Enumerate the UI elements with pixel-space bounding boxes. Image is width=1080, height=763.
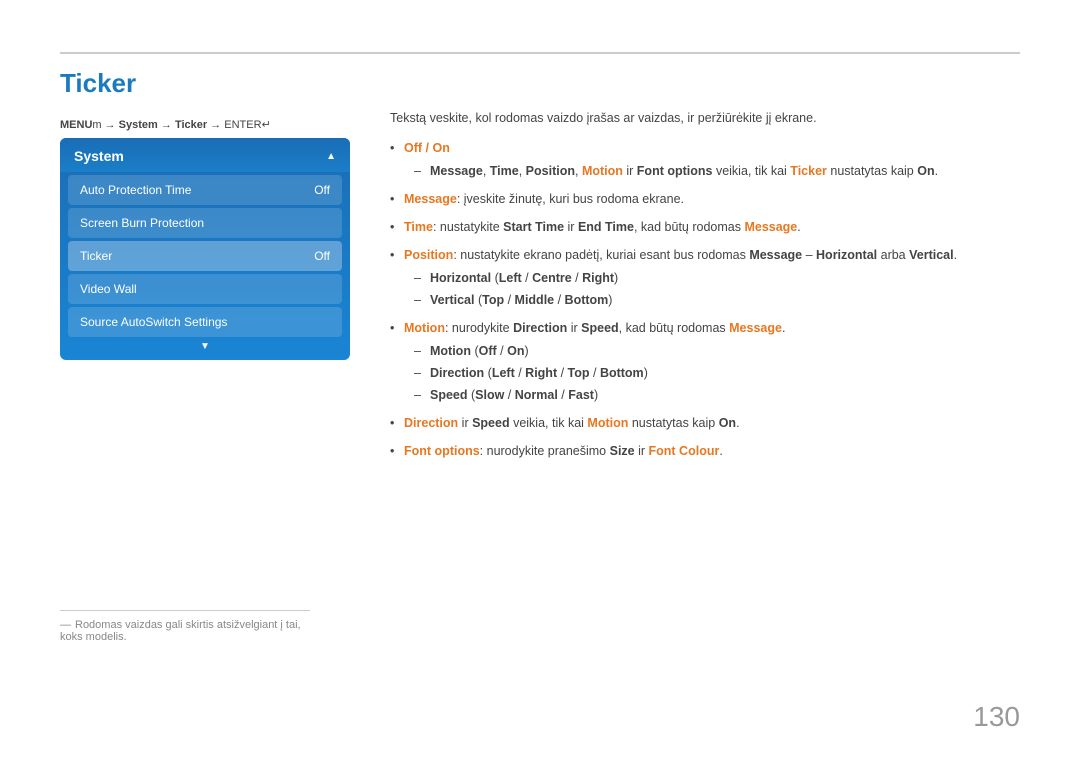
off-on-sublist: Message, Time, Position, Motion ir Font …	[414, 161, 1020, 181]
top-border	[60, 52, 1020, 54]
ticker-ref1: Ticker	[790, 164, 827, 178]
footer-note-text: Rodomas vaizdas gali skirtis atsižvelgia…	[60, 619, 301, 643]
content-area: Tekstą veskite, kol rodomas vaizdo įraša…	[390, 108, 1020, 469]
ticker-label: Ticker	[80, 249, 112, 263]
arrow-up-icon: ▲	[326, 151, 336, 162]
arrow-down-icon: ▼	[60, 341, 350, 352]
page-title: Ticker	[60, 68, 136, 99]
motion-label: Motion	[404, 321, 445, 335]
auto-protection-time-label: Auto Protection Time	[80, 183, 191, 197]
menu-path: MENUm → System → Ticker → ENTER↵	[60, 118, 271, 131]
main-bullet-list: Off / On Message, Time, Position, Motion…	[390, 138, 1020, 461]
video-wall-item[interactable]: Video Wall	[68, 274, 342, 304]
footer-note: ―Rodomas vaizdas gali skirtis atsižvelgi…	[60, 610, 310, 643]
position-ref1: Position	[526, 164, 575, 178]
video-wall-label: Video Wall	[80, 282, 137, 296]
position-label: Position	[404, 248, 453, 262]
speed-item: Speed (Slow / Normal / Fast)	[414, 385, 1020, 405]
motion-sublist: Motion (Off / On) Direction (Left / Righ…	[414, 341, 1020, 405]
bullet-time: Time: nustatykite Start Time ir End Time…	[390, 217, 1020, 237]
font-options-label: Font options	[404, 444, 480, 458]
off-on-label: Off / On	[404, 141, 450, 155]
time-label: Time	[404, 220, 433, 234]
menu-label: MENU	[60, 119, 92, 131]
page-number: 130	[973, 701, 1020, 733]
system-panel: System ▲ Auto Protection Time Off Screen…	[60, 138, 350, 360]
bullet-position: Position: nustatykite ekrano padėtį, kur…	[390, 245, 1020, 310]
ticker-value: Off	[314, 249, 330, 263]
screen-burn-protection-item[interactable]: Screen Burn Protection	[68, 208, 342, 238]
message-ref1: Message	[430, 164, 483, 178]
direction-item: Direction (Left / Right / Top / Bottom)	[414, 363, 1020, 383]
font-options-ref1: Font options	[637, 164, 713, 178]
bullet-direction-speed: Direction ir Speed veikia, tik kai Motio…	[390, 413, 1020, 433]
on-ref1: On	[917, 164, 934, 178]
source-autoswitch-label: Source AutoSwitch Settings	[80, 315, 227, 329]
vertical-item: Vertical (Top / Middle / Bottom)	[414, 290, 1020, 310]
position-sublist: Horizontal (Left / Centre / Right) Verti…	[414, 268, 1020, 310]
motion-ref2: Motion	[587, 416, 628, 430]
time-ref1: Time	[490, 164, 519, 178]
motion-ref1: Motion	[582, 164, 623, 178]
horizontal-item: Horizontal (Left / Centre / Right)	[414, 268, 1020, 288]
off-on-sub-item: Message, Time, Position, Motion ir Font …	[414, 161, 1020, 181]
system-header: System ▲	[60, 138, 350, 172]
direction-label: Direction	[404, 416, 458, 430]
bullet-message: Message: įveskite žinutę, kuri bus rodom…	[390, 189, 1020, 209]
content-intro: Tekstą veskite, kol rodomas vaizdo įraša…	[390, 108, 1020, 128]
bullet-motion: Motion: nurodykite Direction ir Speed, k…	[390, 318, 1020, 405]
bullet-font-options: Font options: nurodykite pranešimo Size …	[390, 441, 1020, 461]
message-label: Message	[404, 192, 457, 206]
motion-off-on-item: Motion (Off / On)	[414, 341, 1020, 361]
auto-protection-time-item[interactable]: Auto Protection Time Off	[68, 175, 342, 205]
auto-protection-time-value: Off	[314, 183, 330, 197]
source-autoswitch-item[interactable]: Source AutoSwitch Settings	[68, 307, 342, 337]
system-title: System	[74, 148, 124, 164]
screen-burn-protection-label: Screen Burn Protection	[80, 216, 204, 230]
ticker-item[interactable]: Ticker Off	[68, 241, 342, 271]
bullet-off-on: Off / On Message, Time, Position, Motion…	[390, 138, 1020, 181]
